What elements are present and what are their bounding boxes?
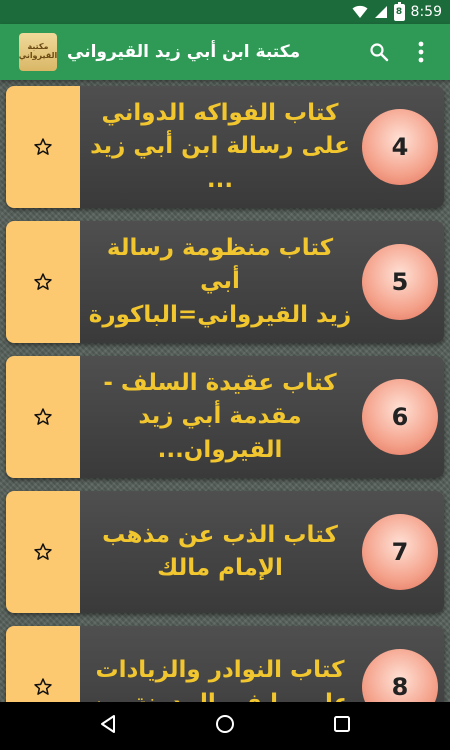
nav-home-button[interactable] (215, 714, 235, 738)
app-bar: مكتبة القيرواني مكتبة ابن أبي زيد القيرو… (0, 24, 450, 80)
book-card[interactable]: كتاب عقيدة السلف - مقدمة أبي زيد القيروا… (6, 356, 444, 478)
favorite-button[interactable] (6, 221, 80, 343)
nav-back-button[interactable] (99, 714, 117, 738)
app-logo: مكتبة القيرواني (19, 33, 57, 71)
battery-icon: 8 (393, 1, 405, 21)
book-card[interactable]: كتاب الذب عن مذهب الإمام مالك 7 (6, 491, 444, 613)
battery-label: 8 (395, 7, 403, 17)
book-title: كتاب منظومة رسالة أبي زيد القيرواني=البا… (88, 234, 352, 328)
square-recents-icon (334, 716, 350, 732)
book-card[interactable]: كتاب الفواكه الدواني على رسالة ابن أبي ز… (6, 86, 444, 208)
search-icon (370, 43, 389, 62)
search-button[interactable] (362, 32, 396, 72)
star-outline-icon (34, 138, 52, 155)
triangle-back-icon (101, 715, 115, 733)
app-logo-text: مكتبة القيرواني (18, 42, 58, 60)
book-number-badge: 6 (362, 379, 438, 455)
favorite-button[interactable] (6, 356, 80, 478)
app-actions (362, 32, 438, 72)
status-time: 8:59 (410, 4, 442, 20)
navigation-bar (0, 702, 450, 750)
circle-home-icon (216, 715, 234, 733)
more-vert-icon (418, 41, 424, 63)
book-title: كتاب الذب عن مذهب الإمام مالك (102, 521, 338, 581)
status-bar: 8 8:59 (0, 0, 450, 24)
book-title: كتاب عقيدة السلف - مقدمة أبي زيد القيروا… (103, 369, 337, 463)
signal-icon (374, 5, 388, 19)
star-outline-icon (34, 543, 52, 560)
overflow-menu-button[interactable] (404, 32, 438, 72)
app-title: مكتبة ابن أبي زيد القيرواني (67, 42, 301, 62)
book-card[interactable]: كتاب منظومة رسالة أبي زيد القيرواني=البا… (6, 221, 444, 343)
book-number-badge: 4 (362, 109, 438, 185)
wifi-icon (352, 5, 368, 19)
book-title: كتاب الفواكه الدواني على رسالة ابن أبي ز… (90, 99, 350, 193)
star-outline-icon (34, 408, 52, 425)
favorite-button[interactable] (6, 86, 80, 208)
star-outline-icon (34, 273, 52, 290)
book-number-badge: 5 (362, 244, 438, 320)
nav-recents-button[interactable] (333, 715, 351, 737)
star-outline-icon (34, 678, 52, 695)
favorite-button[interactable] (6, 491, 80, 613)
book-number-badge: 7 (362, 514, 438, 590)
